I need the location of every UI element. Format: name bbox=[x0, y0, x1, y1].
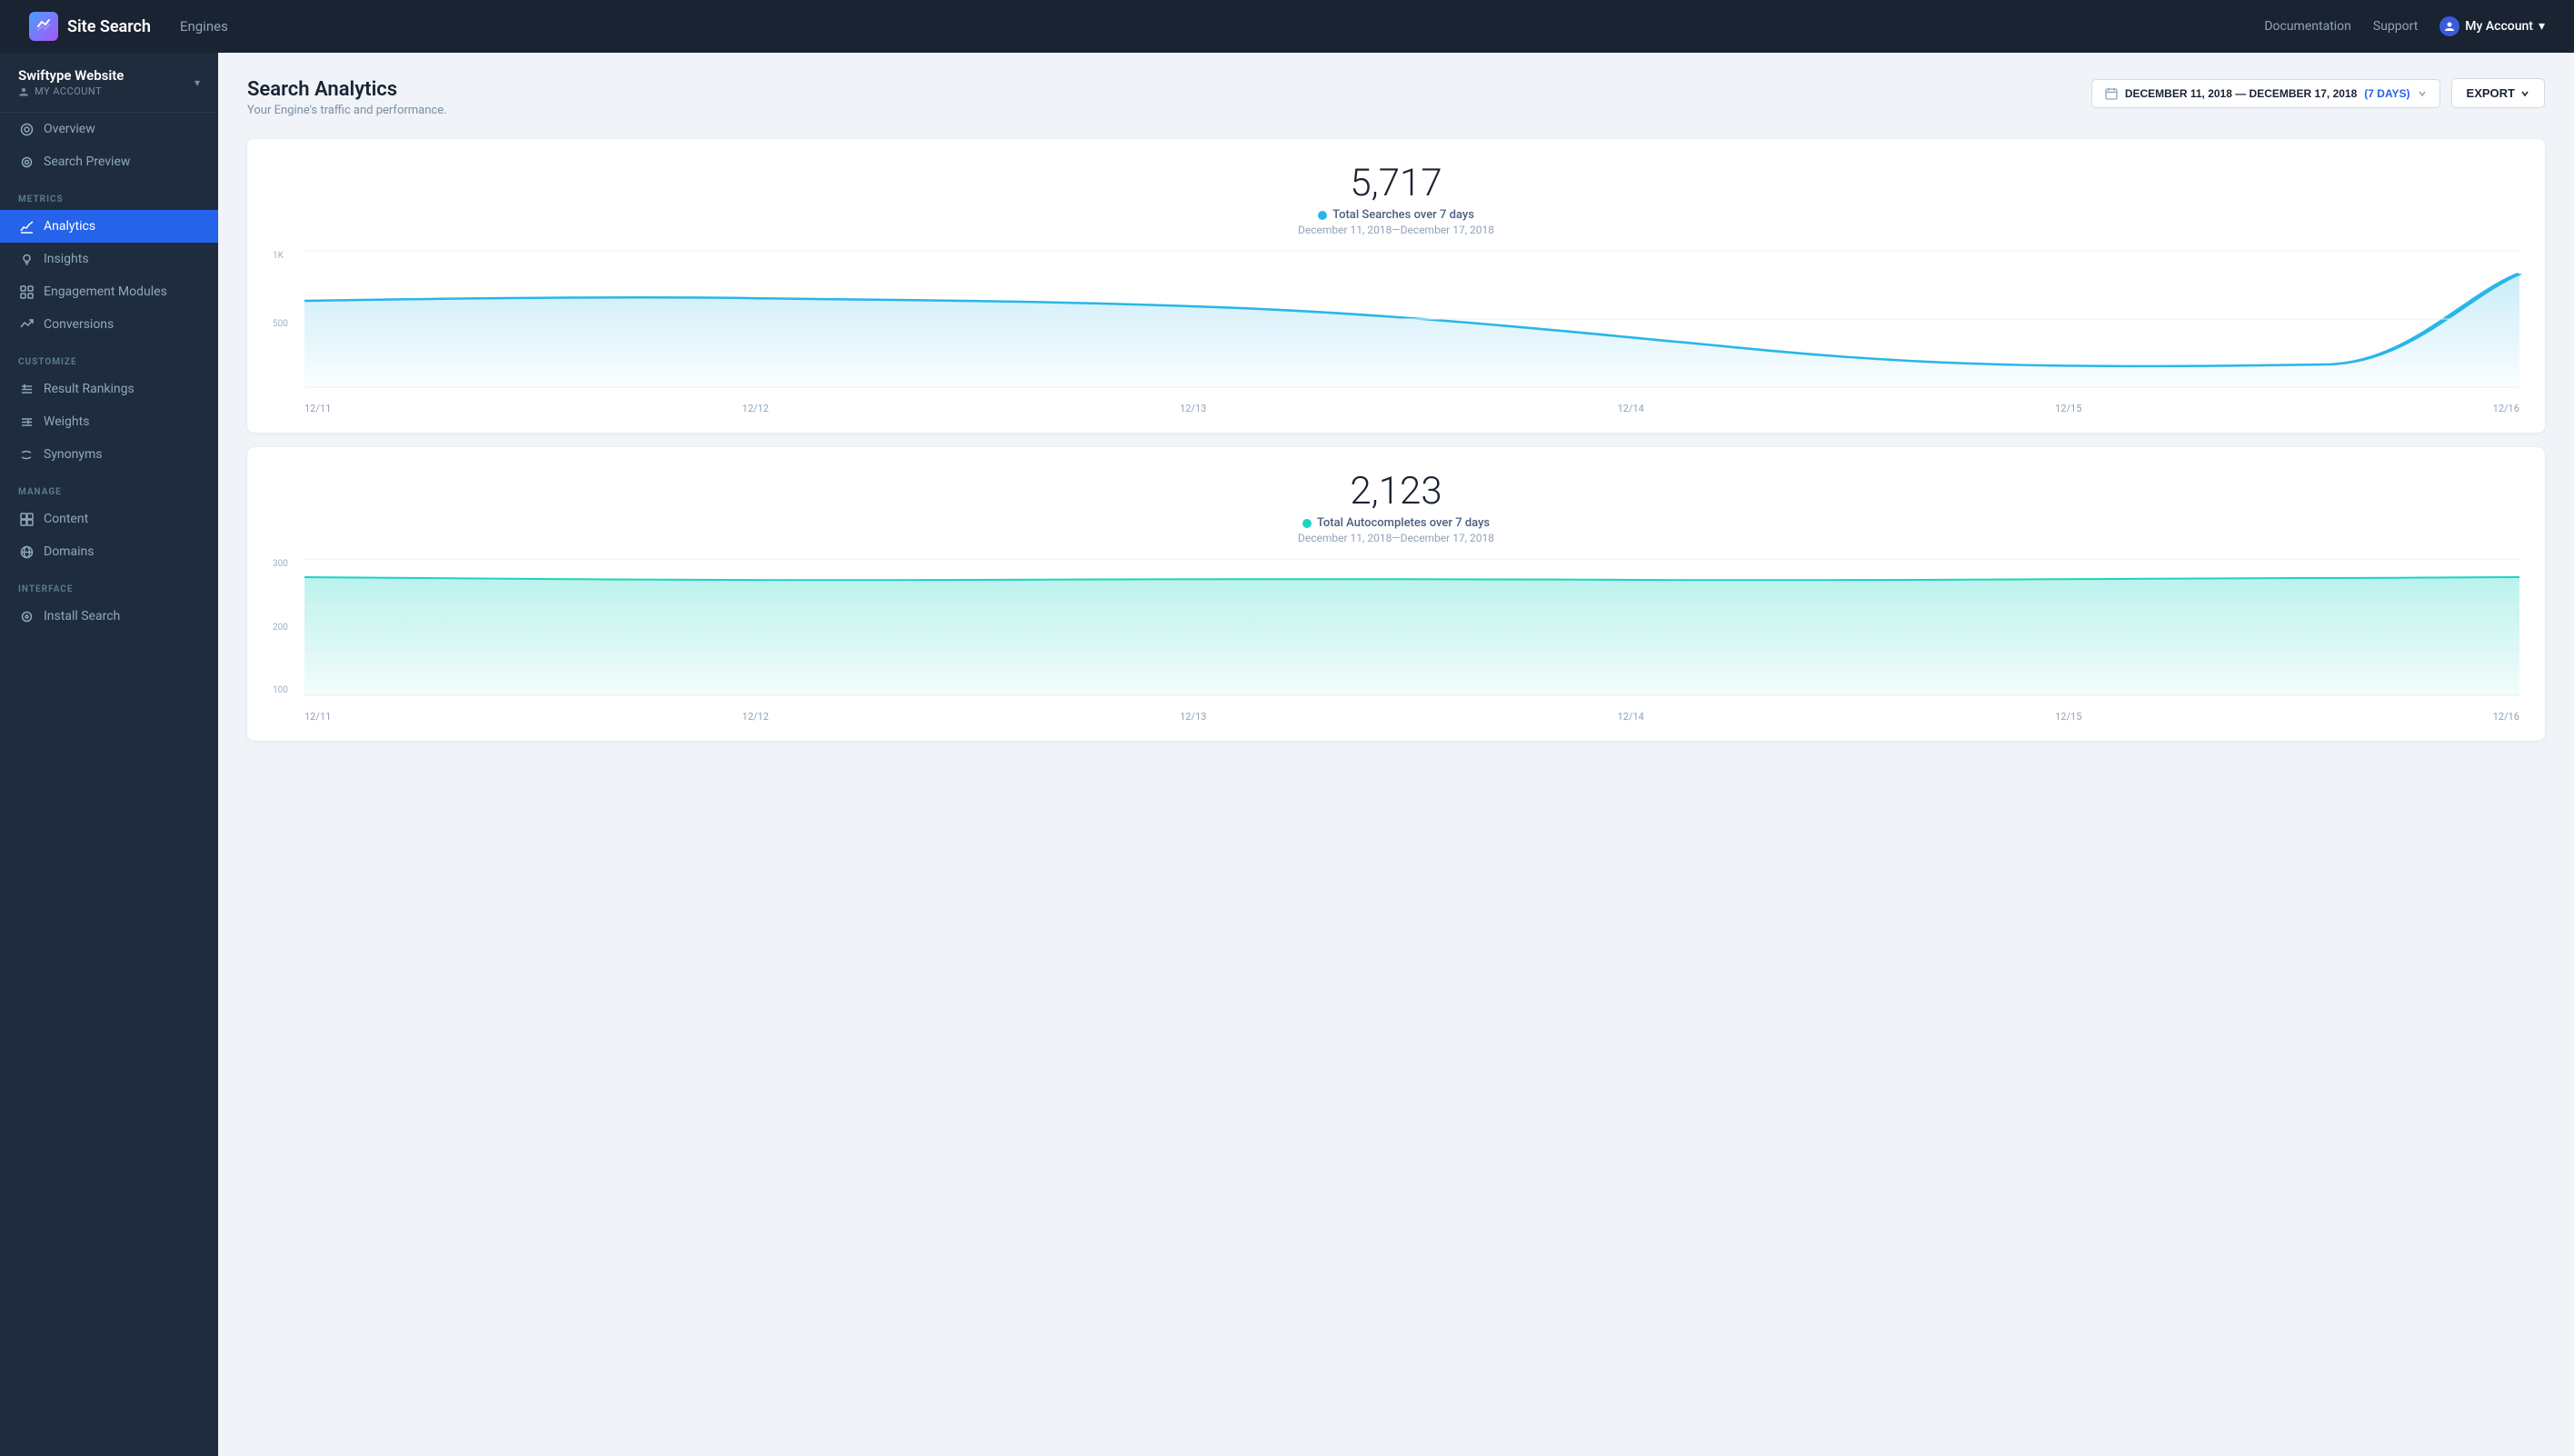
export-button[interactable]: EXPORT bbox=[2451, 78, 2545, 108]
content-area: Search Analytics Your Engine's traffic a… bbox=[218, 53, 2574, 1456]
engine-name: Swiftype Website bbox=[18, 67, 124, 84]
section-manage-label: MANAGE bbox=[0, 471, 218, 503]
engine-account: MY ACCOUNT bbox=[18, 85, 124, 97]
sidebar-item-analytics[interactable]: Analytics bbox=[0, 210, 218, 243]
autocompletes-date-range: December 11, 2018—December 17, 2018 bbox=[273, 532, 2519, 544]
domains-icon bbox=[18, 544, 35, 560]
main-layout: Swiftype Website MY ACCOUNT ▾ Overv bbox=[0, 53, 2574, 1456]
autocompletes-label: Total Autocompletes over 7 days bbox=[1317, 516, 1490, 530]
searches-label-row: Total Searches over 7 days bbox=[273, 208, 2519, 222]
days-badge: (7 DAYS) bbox=[2364, 87, 2409, 100]
section-customize-label: CUSTOMIZE bbox=[0, 341, 218, 373]
my-account-label: My Account bbox=[2465, 19, 2533, 34]
sidebar-item-insights[interactable]: Insights bbox=[0, 243, 218, 275]
header-controls: DECEMBER 11, 2018 — DECEMBER 17, 2018 (7… bbox=[2091, 78, 2545, 108]
sidebar-item-overview[interactable]: Overview bbox=[0, 113, 218, 145]
sidebar-item-weights[interactable]: Weights bbox=[0, 405, 218, 438]
app-logo[interactable]: Site Search bbox=[29, 12, 151, 41]
weights-icon bbox=[18, 414, 35, 430]
page-subtitle: Your Engine's traffic and performance. bbox=[247, 104, 447, 117]
result-rankings-icon bbox=[18, 381, 35, 397]
content-icon bbox=[18, 511, 35, 527]
search-preview-icon bbox=[18, 154, 35, 170]
export-chevron-icon bbox=[2520, 89, 2529, 98]
engine-chevron-icon: ▾ bbox=[195, 76, 200, 89]
sidebar-item-domains[interactable]: Domains bbox=[0, 535, 218, 568]
sidebar-item-result-rankings[interactable]: Result Rankings bbox=[0, 373, 218, 405]
section-metrics-label: METRICS bbox=[0, 178, 218, 210]
page-title: Search Analytics bbox=[247, 78, 447, 101]
sidebar-item-insights-label: Insights bbox=[44, 252, 89, 266]
logo-icon bbox=[29, 12, 58, 41]
sidebar-item-synonyms[interactable]: Synonyms bbox=[0, 438, 218, 471]
sidebar-item-result-rankings-label: Result Rankings bbox=[44, 382, 135, 396]
sidebar-item-conversions-label: Conversions bbox=[44, 317, 114, 332]
searches-number: 5,717 bbox=[273, 165, 2519, 203]
top-navigation: Site Search Engines Documentation Suppor… bbox=[0, 0, 2574, 53]
sidebar: Swiftype Website MY ACCOUNT ▾ Overv bbox=[0, 53, 218, 1456]
autocompletes-label-row: Total Autocompletes over 7 days bbox=[273, 516, 2519, 530]
conversions-icon bbox=[18, 316, 35, 333]
date-range-label: DECEMBER 11, 2018 — DECEMBER 17, 2018 bbox=[2125, 87, 2357, 100]
autocompletes-chart-card: 2,123 Total Autocompletes over 7 days De… bbox=[247, 447, 2545, 741]
sidebar-item-conversions[interactable]: Conversions bbox=[0, 308, 218, 341]
engines-nav-item[interactable]: Engines bbox=[180, 11, 228, 42]
sidebar-item-search-preview-label: Search Preview bbox=[44, 155, 130, 169]
documentation-link[interactable]: Documentation bbox=[2264, 19, 2351, 34]
my-account-chevron: ▾ bbox=[2539, 19, 2545, 34]
searches-svg bbox=[304, 251, 2519, 387]
searches-label: Total Searches over 7 days bbox=[1332, 208, 1474, 222]
engine-header[interactable]: Swiftype Website MY ACCOUNT ▾ bbox=[0, 53, 218, 113]
sidebar-item-weights-label: Weights bbox=[44, 414, 89, 429]
analytics-icon bbox=[18, 218, 35, 234]
calendar-icon bbox=[2105, 87, 2118, 100]
searches-chart-container: 1K 500 bbox=[273, 251, 2519, 414]
sidebar-item-synonyms-label: Synonyms bbox=[44, 447, 103, 462]
top-nav-right: Documentation Support My Account ▾ bbox=[2264, 16, 2545, 36]
searches-date-range: December 11, 2018—December 17, 2018 bbox=[273, 224, 2519, 236]
sidebar-item-domains-label: Domains bbox=[44, 544, 94, 559]
searches-dot bbox=[1318, 211, 1327, 220]
sidebar-item-content[interactable]: Content bbox=[0, 503, 218, 535]
searches-stat: 5,717 Total Searches over 7 days Decembe… bbox=[273, 165, 2519, 236]
autocompletes-chart-container: 300 200 100 bbox=[273, 559, 2519, 723]
searches-chart-area bbox=[304, 251, 2519, 387]
section-interface-label: INTERFACE bbox=[0, 568, 218, 600]
sidebar-item-overview-label: Overview bbox=[44, 122, 95, 136]
support-link[interactable]: Support bbox=[2373, 19, 2418, 34]
install-search-icon bbox=[18, 608, 35, 624]
autocompletes-x-labels: 12/11 12/12 12/13 12/14 12/15 12/16 bbox=[304, 711, 2519, 723]
searches-x-labels: 12/11 12/12 12/13 12/14 12/15 12/16 bbox=[304, 403, 2519, 414]
sidebar-item-engagement[interactable]: Engagement Modules bbox=[0, 275, 218, 308]
export-label: EXPORT bbox=[2467, 86, 2515, 100]
autocompletes-svg bbox=[304, 559, 2519, 695]
autocompletes-y-labels: 300 200 100 bbox=[273, 559, 300, 695]
sidebar-item-install-search[interactable]: Install Search bbox=[0, 600, 218, 633]
autocompletes-stat: 2,123 Total Autocompletes over 7 days De… bbox=[273, 473, 2519, 544]
autocompletes-dot bbox=[1302, 519, 1312, 528]
user-avatar-icon bbox=[2439, 16, 2459, 36]
autocompletes-chart-area bbox=[304, 559, 2519, 695]
engagement-icon bbox=[18, 284, 35, 300]
app-name: Site Search bbox=[67, 17, 151, 36]
sidebar-item-engagement-label: Engagement Modules bbox=[44, 284, 167, 299]
date-picker-chevron-icon bbox=[2418, 89, 2427, 98]
autocompletes-number: 2,123 bbox=[273, 473, 2519, 511]
searches-chart-card: 5,717 Total Searches over 7 days Decembe… bbox=[247, 139, 2545, 433]
date-picker-button[interactable]: DECEMBER 11, 2018 — DECEMBER 17, 2018 (7… bbox=[2091, 79, 2440, 108]
overview-icon bbox=[18, 121, 35, 137]
page-header: Search Analytics Your Engine's traffic a… bbox=[247, 78, 2545, 117]
sidebar-item-search-preview[interactable]: Search Preview bbox=[0, 145, 218, 178]
synonyms-icon bbox=[18, 446, 35, 463]
sidebar-item-analytics-label: Analytics bbox=[44, 219, 95, 234]
sidebar-item-install-search-label: Install Search bbox=[44, 609, 120, 623]
searches-y-labels: 1K 500 bbox=[273, 251, 300, 387]
insights-icon bbox=[18, 251, 35, 267]
sidebar-item-content-label: Content bbox=[44, 512, 88, 526]
my-account-button[interactable]: My Account ▾ bbox=[2439, 16, 2545, 36]
